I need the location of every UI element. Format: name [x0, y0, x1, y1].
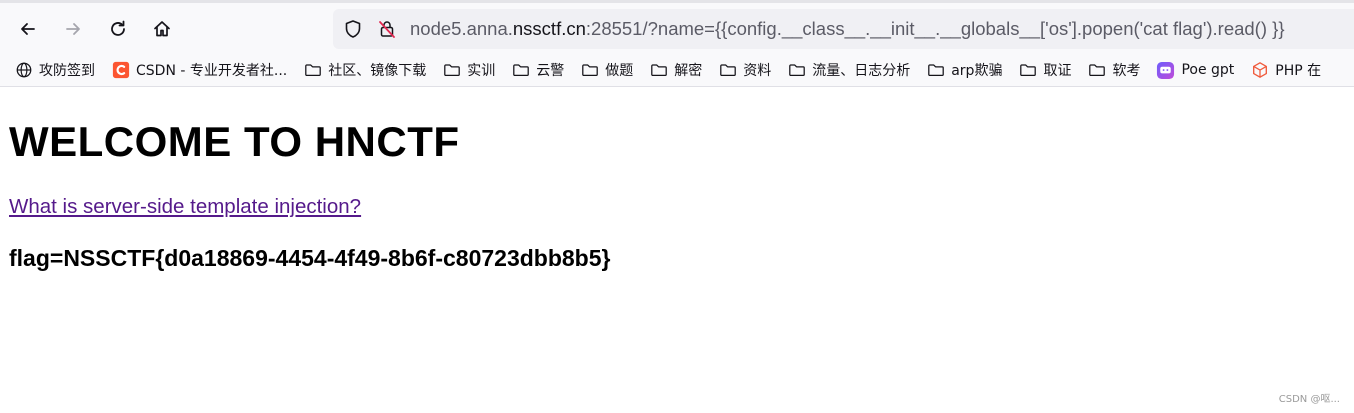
- bookmark-label: 软考: [1112, 63, 1141, 79]
- folder-icon: [442, 61, 461, 80]
- bookmark-folder[interactable]: 取证: [1018, 57, 1079, 83]
- bookmark-label: PHP 在: [1275, 63, 1322, 79]
- csdn-watermark: CSDN @呕...: [1278, 394, 1340, 405]
- bookmark-label: 社区、镜像下载: [328, 63, 427, 79]
- bookmark-label: 取证: [1043, 63, 1072, 79]
- folder-icon: [1087, 61, 1106, 80]
- home-icon: [154, 21, 170, 37]
- url-prefix: node5.anna.: [410, 18, 513, 39]
- arrow-left-icon: [21, 23, 35, 35]
- back-button[interactable]: [12, 13, 44, 45]
- url-text[interactable]: node5.anna.nssctf.cn:28551/?name={{confi…: [410, 18, 1285, 40]
- bookmark-folder[interactable]: 软考: [1087, 57, 1148, 83]
- bookmark-folder[interactable]: 资料: [718, 57, 779, 83]
- bookmark-label: 云警: [536, 63, 565, 79]
- bookmark-label: CSDN - 专业开发者社...: [136, 63, 288, 79]
- bookmark-folder[interactable]: arp欺骗: [926, 57, 1010, 83]
- folder-icon: [580, 61, 599, 80]
- url-path: :28551/?name={{config.__class__.__init__…: [585, 18, 1285, 39]
- flag-text: flag=NSSCTF{d0a18869-4454-4f49-8b6f-c807…: [9, 245, 611, 271]
- bookmarks-toolbar: 攻防签到 CSDN - 专业开发者社... 社区、镜像下载 实训 云警 做题 解…: [0, 54, 1354, 87]
- url-domain: nssctf.cn: [512, 18, 586, 39]
- bookmark-folder[interactable]: 做题: [580, 57, 641, 83]
- insecure-lock-icon[interactable]: [377, 19, 397, 39]
- url-bar[interactable]: node5.anna.nssctf.cn:28551/?name={{confi…: [333, 9, 1354, 49]
- bookmark-label: arp欺骗: [951, 63, 1003, 79]
- folder-icon: [787, 61, 806, 80]
- browser-toolbar: node5.anna.nssctf.cn:28551/?name={{confi…: [0, 0, 1354, 54]
- page-content: WELCOME TO HNCTF What is server-side tem…: [9, 88, 1354, 413]
- folder-icon: [649, 61, 668, 80]
- bookmark-label: 解密: [674, 63, 703, 79]
- ssti-info-link[interactable]: What is server-side template injection?: [9, 195, 361, 219]
- bookmark-label: 流量、日志分析: [812, 63, 911, 79]
- bookmark-label: 资料: [743, 63, 772, 79]
- bookmark-folder[interactable]: 云警: [511, 57, 572, 83]
- bookmark-folder[interactable]: 流量、日志分析: [787, 57, 918, 83]
- folder-icon: [1018, 61, 1037, 80]
- poe-icon: [1156, 61, 1175, 80]
- bookmark-item[interactable]: CSDN - 专业开发者社...: [111, 57, 295, 83]
- csdn-logo-icon: [111, 61, 130, 80]
- bookmark-item[interactable]: Poe gpt: [1156, 57, 1242, 83]
- globe-icon: [14, 61, 33, 80]
- bookmark-folder[interactable]: 实训: [442, 57, 503, 83]
- reload-icon: [111, 20, 125, 36]
- folder-icon: [926, 61, 945, 80]
- bookmark-label: 实训: [467, 63, 496, 79]
- folder-icon: [511, 61, 530, 80]
- php-cube-icon: [1250, 61, 1269, 80]
- bookmark-item[interactable]: 攻防签到: [14, 57, 103, 83]
- bookmark-folder[interactable]: 解密: [649, 57, 710, 83]
- folder-icon: [718, 61, 737, 80]
- bookmark-item[interactable]: PHP 在: [1250, 57, 1329, 83]
- shield-icon[interactable]: [343, 19, 363, 39]
- folder-icon: [303, 61, 322, 80]
- home-button[interactable]: [146, 13, 178, 45]
- bookmark-label: 做题: [605, 63, 634, 79]
- arrow-right-icon: [66, 23, 80, 35]
- forward-button[interactable]: [57, 13, 89, 45]
- bookmark-label: 攻防签到: [39, 63, 95, 79]
- bookmark-label: Poe gpt: [1181, 62, 1235, 78]
- page-heading: WELCOME TO HNCTF: [9, 118, 460, 165]
- bookmark-folder[interactable]: 社区、镜像下载: [303, 57, 434, 83]
- reload-button[interactable]: [102, 13, 134, 45]
